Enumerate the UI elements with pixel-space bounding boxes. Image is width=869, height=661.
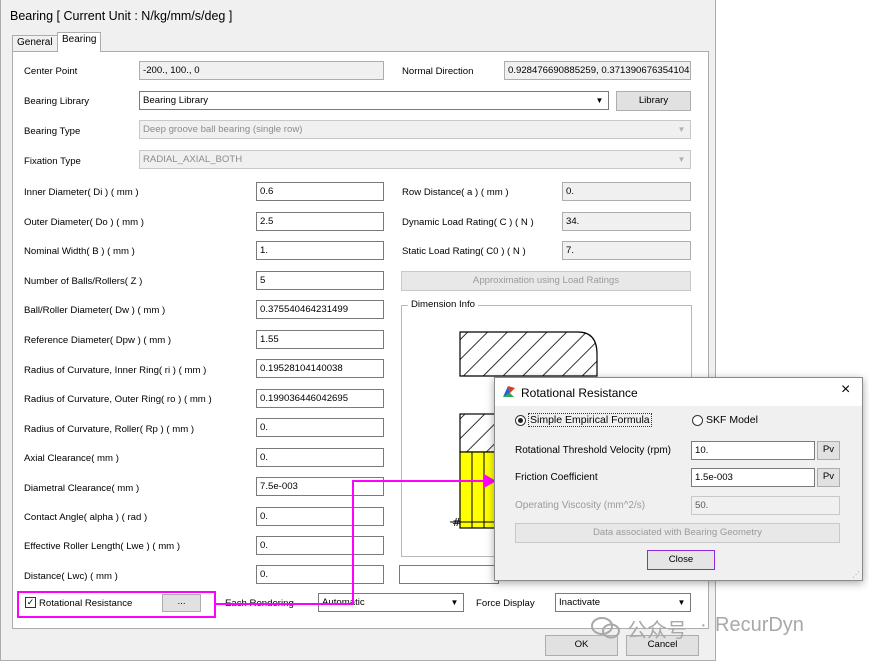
axial-clearance-field[interactable]: 0. [256,448,384,467]
simple-formula-radio[interactable] [515,415,526,426]
rotational-resistance-label: Rotational Resistance [39,598,133,609]
outer-ring-shape [459,331,598,377]
diametral-clearance-label: Diametral Clearance( mm ) [24,483,140,494]
svg-text:#: # [452,516,461,529]
outer-diameter-label: Outer Diameter( Do ) ( mm ) [24,217,144,228]
nominal-width-label: Nominal Width( B ) ( mm ) [24,246,135,257]
popup-title: Rotational Resistance [521,386,638,400]
bearing-library-label: Bearing Library [24,96,90,107]
simple-formula-label[interactable]: Simple Empirical Formula [528,413,652,427]
effective-roller-length-label: Effective Roller Length( Lwe ) ( mm ) [24,541,181,552]
contact-angle-field[interactable]: 0. [256,507,384,526]
force-display-value: Inactivate [559,597,601,608]
curvature-roller-field[interactable]: 0. [256,418,384,437]
curvature-roller-label: Radius of Curvature, Roller( Rp ) ( mm ) [24,424,195,435]
fixation-type-value: RADIAL_AXIAL_BOTH [143,154,243,165]
inner-diameter-field[interactable]: 0.6 [256,182,384,201]
row-distance-field[interactable]: 0. [562,182,691,201]
tab-general[interactable]: General [12,35,58,51]
friction-coefficient-field[interactable]: 1.5e-003 [691,468,815,487]
distance-lwc-field[interactable]: 0. [256,565,384,584]
radio-selected-dot [518,418,523,423]
watermark-separator: · [700,614,707,636]
ball-diameter-label: Ball/Roller Diameter( Dw ) ( mm ) [24,305,166,316]
dynamic-load-field[interactable]: 34. [562,212,691,231]
window-title: Bearing [ Current Unit : N/kg/mm/s/deg ] [10,9,233,23]
app-logo-icon [503,386,515,397]
rotational-resistance-dialog: Rotational Resistance × Simple Empirical… [494,377,863,581]
axial-clearance-label: Axial Clearance( mm ) [24,453,119,464]
distance-lwc-label: Distance( Lwc) ( mm ) [24,571,118,582]
ball-diameter-field[interactable]: 0.375540464231499 [256,300,384,319]
bearing-type-value: Deep groove ball bearing (single row) [143,124,303,135]
nominal-width-field[interactable]: 1. [256,241,384,260]
normal-direction-label: Normal Direction [402,66,474,77]
reference-diameter-label: Reference Diameter( Dpw ) ( mm ) [24,335,172,346]
skf-model-radio[interactable] [692,415,703,426]
watermark-name: RecurDyn [715,614,804,636]
reference-diameter-field[interactable]: 1.55 [256,330,384,349]
bearing-type-combo: Deep groove ball bearing (single row) ▼ [139,120,691,139]
rotational-resistance-checkbox[interactable]: ✓ [25,597,36,608]
highlight-connector [352,480,487,482]
bearing-library-combo[interactable]: Bearing Library ▼ [139,91,609,110]
rotational-resistance-button[interactable]: ... [162,594,201,612]
friction-coefficient-pv-button[interactable]: Pv [817,468,840,487]
bearing-type-label: Bearing Type [24,126,81,137]
watermark-prefix: 公众号 [627,620,687,642]
normal-direction-field[interactable]: 0.928476690885259, 0.371390676354104, [504,61,691,80]
chevron-down-icon: ▼ [677,155,686,164]
curvature-outer-field[interactable]: 0.199036446042695 [256,389,384,408]
effective-roller-length-field[interactable]: 0. [256,536,384,555]
number-of-balls-field[interactable]: 5 [256,271,384,290]
force-display-label: Force Display [476,598,535,609]
friction-coefficient-label: Friction Coefficient [515,472,598,483]
approximation-button: Approximation using Load Ratings [401,271,691,291]
force-display-combo[interactable]: Inactivate ▼ [555,593,691,612]
number-of-balls-label: Number of Balls/Rollers( Z ) [24,276,143,287]
dimension-info-title: Dimension Info [408,299,478,310]
chevron-down-icon[interactable]: ▼ [592,93,607,108]
row-distance-label: Row Distance( a ) ( mm ) [402,187,509,198]
geometry-data-button: Data associated with Bearing Geometry [515,523,840,543]
inner-ring-shape [459,413,497,453]
threshold-velocity-pv-button[interactable]: Pv [817,441,840,460]
resize-grip-icon[interactable]: ⋰ [852,570,860,579]
skf-model-label[interactable]: SKF Model [706,414,758,426]
curvature-inner-label: Radius of Curvature, Inner Ring( ri ) ( … [24,365,207,376]
dynamic-load-label: Dynamic Load Rating( C ) ( N ) [402,217,534,228]
center-point-label: Center Point [24,66,78,77]
inner-diameter-label: Inner Diameter( Di ) ( mm ) [24,187,139,198]
operating-viscosity-field: 50. [691,496,840,515]
obscured-field[interactable] [399,565,499,584]
library-button[interactable]: Library [616,91,691,111]
tab-bearing[interactable]: Bearing [57,32,102,52]
curvature-inner-field[interactable]: 0.19528104140038 [256,359,384,378]
highlight-connector [352,480,354,605]
roller-shape [459,451,497,529]
operating-viscosity-label: Operating Viscosity (mm^2/s) [515,500,646,511]
outer-diameter-field[interactable]: 2.5 [256,212,384,231]
highlight-connector [216,603,353,605]
bearing-library-value: Bearing Library [143,95,209,106]
center-point-field[interactable]: -200., 100., 0 [139,61,384,80]
chevron-down-icon: ▼ [677,125,686,134]
threshold-velocity-field[interactable]: 10. [691,441,815,460]
static-load-field[interactable]: 7. [562,241,691,260]
fixation-type-combo: RADIAL_AXIAL_BOTH ▼ [139,150,691,169]
chevron-down-icon[interactable]: ▼ [447,595,462,610]
contact-angle-label: Contact Angle( alpha ) ( rad ) [24,512,148,523]
threshold-velocity-label: Rotational Threshold Velocity (rpm) [515,445,671,456]
close-icon[interactable]: × [841,381,850,399]
curvature-outer-label: Radius of Curvature, Outer Ring( ro ) ( … [24,394,212,405]
chevron-down-icon[interactable]: ▼ [674,595,689,610]
wechat-logo-icon [591,617,620,639]
fixation-type-label: Fixation Type [24,156,81,167]
popup-close-button[interactable]: Close [647,550,715,570]
static-load-label: Static Load Rating( C0 ) ( N ) [402,246,526,257]
